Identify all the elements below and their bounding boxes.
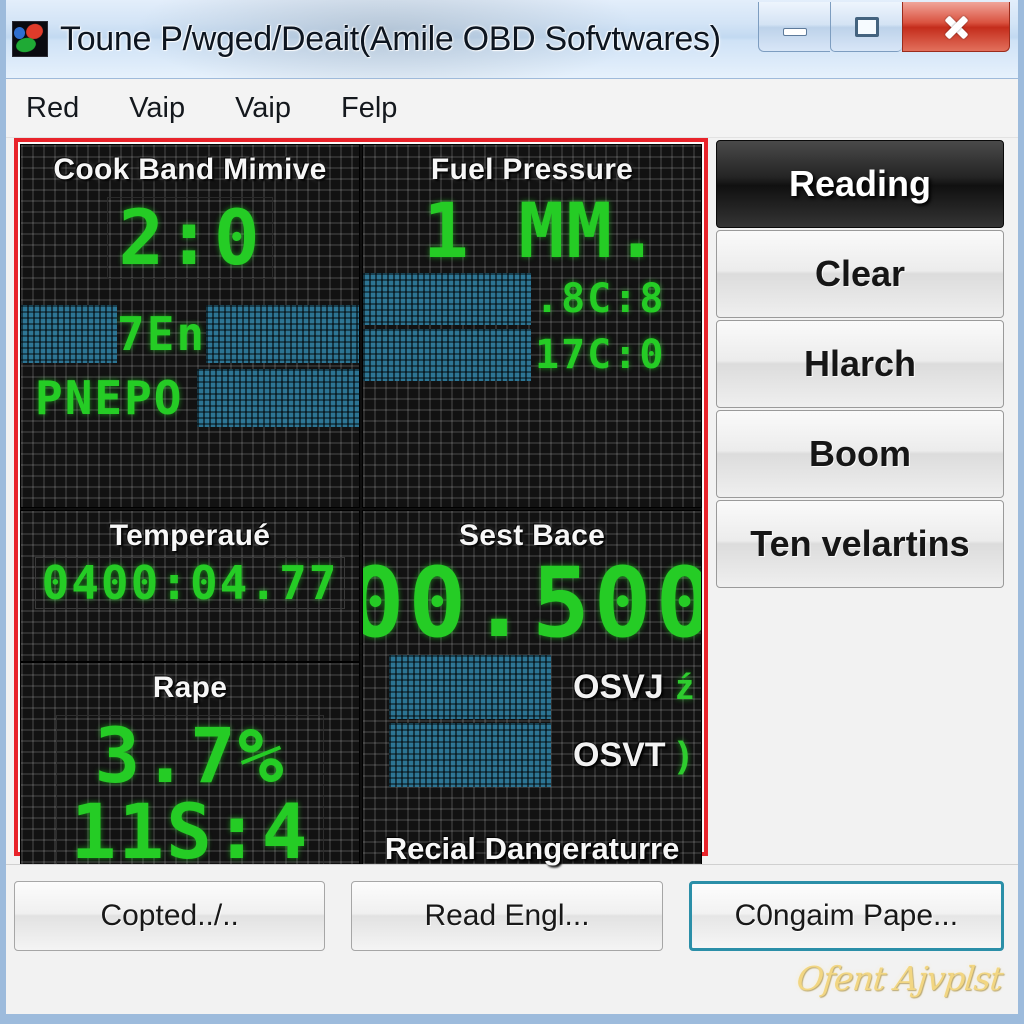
led-dashboard: Cook Band Mimive 2:0 7En PNEPO Fuel Pres… [14, 138, 708, 874]
title-bar[interactable]: Toune P/wged/Deait(Amile OBD Sofvtwares) [6, 0, 1018, 79]
ten-velartins-button[interactable]: Ten velartins [716, 500, 1004, 588]
side-button-column: Reading Clear Hlarch Boom Ten velartins [716, 138, 1004, 864]
panel-title: Rape [152, 671, 228, 704]
rape-values: 3.7% 11S:4 [55, 711, 325, 873]
dither-block [389, 655, 551, 719]
rape-value-2: 11S:4 [70, 787, 310, 873]
dither-block [21, 305, 117, 363]
window-title: Toune P/wged/Deait(Amile OBD Sofvtwares) [60, 19, 721, 58]
cook-band-line-1: 7En [117, 307, 207, 361]
hlarch-button[interactable]: Hlarch [716, 320, 1004, 408]
maximize-icon [854, 16, 879, 37]
cook-band-line-2: PNEPO [35, 371, 184, 425]
dither-block [389, 723, 551, 787]
watermark-text: Ofent Ajvplst [794, 959, 1005, 998]
panel-title: Fuel Pressure [430, 153, 634, 186]
sest-bace-symbol-2: ) [677, 734, 690, 775]
bottom-bar: Copted../.. Read Engl... C0ngaim Pape...… [6, 864, 1018, 1014]
maximize-button[interactable] [830, 2, 902, 52]
sest-bace-label-2: OSVT [573, 735, 666, 774]
panel-cook-band-mimive: Cook Band Mimive 2:0 7En PNEPO [20, 144, 360, 508]
boom-button[interactable]: Boom [716, 410, 1004, 498]
congaim-pape-button[interactable]: C0ngaim Pape... [688, 881, 1004, 951]
copted-button[interactable]: Copted../.. [14, 881, 326, 951]
panel-temperature-rate: Temperaué 0400:04.77 Rape 3.7% 11S:4 [20, 510, 360, 874]
dither-block [363, 273, 531, 325]
dither-block [206, 305, 359, 363]
cook-band-row-1: 7En [21, 305, 359, 363]
sest-bace-row-1: OSVJ ź [363, 655, 701, 719]
subpanel-temperature: Temperaué 0400:04.77 [21, 511, 359, 663]
panel-sest-bace: Sest Bace 00.500 OSVJ ź OSVT ) Recial Da… [362, 510, 702, 874]
fuel-pressure-main-value: 1 MM. [423, 186, 662, 275]
minimize-button[interactable] [758, 2, 830, 52]
dither-block [363, 329, 531, 381]
fuel-pressure-row-2: 17C:0 [363, 329, 701, 381]
menu-item-felp[interactable]: Felp [337, 90, 401, 127]
application-window: Toune P/wged/Deait(Amile OBD Sofvtwares)… [0, 0, 1024, 1024]
close-button[interactable] [902, 2, 1010, 52]
app-logo-icon [12, 21, 48, 57]
client-area: Red Vaip Vaip Felp Cook Band Mimive 2:0 … [6, 79, 1018, 1014]
minimize-icon [782, 27, 807, 36]
panel-title: Temperaué [109, 519, 271, 552]
fuel-pressure-row-1: .8C:8 [363, 273, 701, 325]
dither-block [197, 369, 359, 427]
main-body: Cook Band Mimive 2:0 7En PNEPO Fuel Pres… [6, 138, 1018, 874]
window-controls [758, 2, 1010, 54]
menu-item-red[interactable]: Red [22, 90, 83, 127]
cook-band-main-value: 2:0 [107, 197, 273, 279]
panel-fuel-pressure: Fuel Pressure 1 MM. .8C:8 17C:0 [362, 144, 702, 508]
sest-bace-symbol-1: ź [675, 666, 694, 707]
menu-item-vaip-2[interactable]: Vaip [231, 90, 295, 127]
fuel-pressure-line-1: .8C:8 [535, 276, 666, 322]
temperature-value: 0400:04.77 [34, 557, 346, 609]
clear-button[interactable]: Clear [716, 230, 1004, 318]
menu-item-vaip-1[interactable]: Vaip [125, 90, 189, 127]
led-panel-grid: Cook Band Mimive 2:0 7En PNEPO Fuel Pres… [20, 144, 702, 874]
fuel-pressure-line-2: 17C:0 [535, 332, 666, 378]
read-engl-button[interactable]: Read Engl... [351, 881, 663, 951]
cook-band-row-2: PNEPO [21, 369, 359, 427]
subpanel-rape: Rape 3.7% 11S:4 [21, 663, 359, 873]
bottom-button-row: Copted../.. Read Engl... C0ngaim Pape... [14, 881, 1004, 951]
sest-bace-label-1: OSVJ [573, 667, 664, 706]
close-icon [941, 12, 971, 42]
sest-bace-main-value: 00.500 [362, 547, 702, 659]
sest-bace-footer: Recial Dangeraturre [384, 831, 680, 866]
reading-button[interactable]: Reading [716, 140, 1004, 228]
menu-bar: Red Vaip Vaip Felp [6, 79, 1018, 138]
sest-bace-row-2: OSVT ) [363, 723, 701, 787]
rape-value-1: 3.7% [94, 711, 286, 800]
panel-title: Cook Band Mimive [53, 153, 327, 186]
